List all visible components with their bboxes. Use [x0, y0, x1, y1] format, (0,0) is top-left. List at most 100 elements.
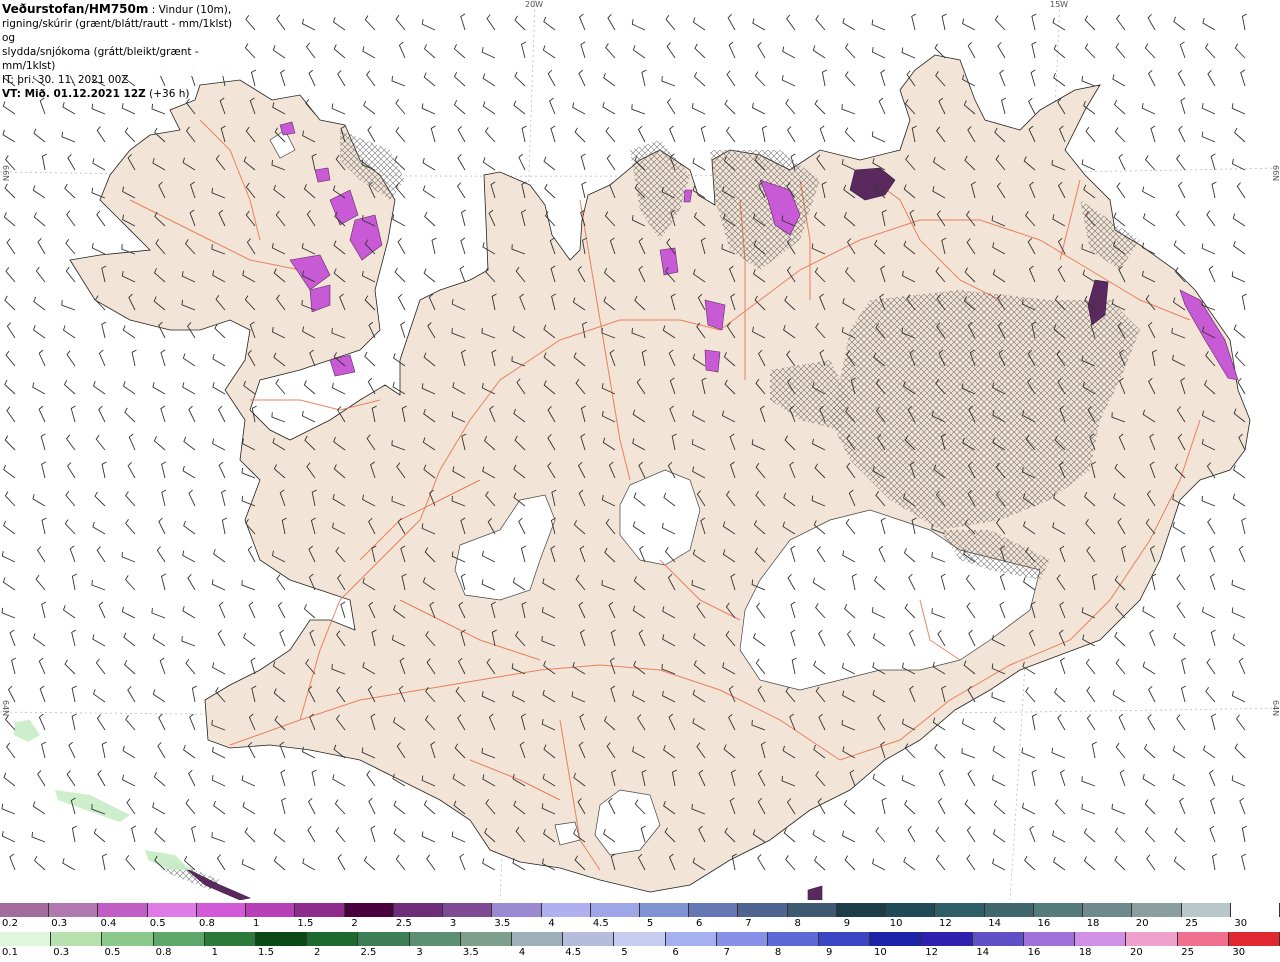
- legend-swatch: [787, 903, 837, 917]
- legend-label: 20: [1135, 918, 1149, 929]
- legend-label: 0.8: [198, 918, 215, 929]
- legend-label: 30: [1234, 918, 1248, 929]
- lat-label-66n-left: 66N: [1, 165, 10, 182]
- legend-swatch: [972, 932, 1024, 946]
- legend-label: 1.5: [297, 918, 314, 929]
- legend-swatch: [256, 932, 308, 946]
- legend-label: 10: [889, 918, 903, 929]
- legend-swatch: [984, 903, 1034, 917]
- legend-label: 30: [1232, 947, 1246, 958]
- legend-swatch: [1075, 932, 1127, 946]
- legend-label: 0.2: [2, 918, 18, 929]
- legend-swatch: [246, 903, 296, 917]
- legend-label: 14: [976, 947, 990, 958]
- legend-swatch: [1230, 903, 1280, 917]
- lon-label-15w: 15W: [1050, 0, 1069, 9]
- map-header: Veðurstofan/HM750m : Vindur (10m), rigni…: [0, 0, 240, 100]
- header-valid-offset: (+36 h): [149, 88, 190, 100]
- legend-label: 4.5: [592, 918, 609, 929]
- legend-label: 4: [518, 947, 526, 958]
- legend-swatch: [0, 932, 52, 946]
- legend-label: 7: [723, 947, 730, 958]
- lat-label-64n-right: 64N: [1271, 700, 1280, 717]
- legend-label: 0.4: [100, 918, 117, 929]
- legend-swatch: [935, 903, 985, 917]
- legend-swatch: [358, 932, 410, 946]
- legend-label: 0.8: [155, 947, 172, 958]
- legend-label: 0.1: [2, 947, 18, 958]
- legend-swatch: [886, 903, 936, 917]
- legend-swatch: [409, 932, 461, 946]
- legend-label: 25: [1181, 947, 1194, 958]
- legend-label: 6: [672, 947, 679, 958]
- legend-label: 1: [252, 918, 260, 929]
- legend-label: 10: [874, 947, 887, 958]
- legend-swatch: [295, 903, 345, 917]
- legend-swatch: [0, 903, 50, 917]
- legend-label: 0.3: [53, 947, 70, 958]
- weather-map: [0, 0, 1280, 900]
- header-valid-time: VT: Mið. 01.12.2021 12Z: [2, 88, 146, 100]
- legend-swatch: [689, 903, 739, 917]
- header-desc1: : Vindur (10m),: [148, 4, 232, 16]
- legend-swatch: [768, 932, 820, 946]
- legend-label: 0.3: [51, 918, 68, 929]
- legend-swatch: [921, 932, 973, 946]
- legend-label: 9: [826, 947, 833, 958]
- legend-label: 20: [1130, 947, 1143, 958]
- legend-swatch: [512, 932, 564, 946]
- lat-label-64n-left: 64N: [1, 700, 10, 717]
- legend-swatch: [738, 903, 788, 917]
- legend-label: 18: [1086, 918, 1100, 929]
- legend-swatch: [819, 932, 871, 946]
- header-issue-time: IT: þri. 30. 11. 2021 00Z: [2, 74, 129, 86]
- legend-label: 0.5: [104, 947, 121, 958]
- legend-swatch: [716, 932, 768, 946]
- legend-label: 16: [1027, 947, 1041, 958]
- legend-label: 0.5: [149, 918, 166, 929]
- legend-swatch: [153, 932, 205, 946]
- legend-swatch: [1126, 932, 1178, 946]
- legend-swatch: [836, 903, 887, 917]
- legend-label: 25: [1185, 918, 1198, 929]
- header-desc2: rigning/skúrir (grænt/blátt/rautt - mm/1…: [2, 18, 233, 44]
- legend-swatch: [870, 932, 922, 946]
- legend-label: 2: [314, 947, 321, 958]
- header-desc3: slydda/snjókoma (grátt/bleikt/grænt - mm…: [2, 46, 199, 72]
- legend-label: 1.5: [258, 947, 274, 958]
- legend-label: 18: [1078, 947, 1092, 958]
- legend-swatch: [204, 932, 256, 946]
- header-title: Veðurstofan/HM750m: [2, 2, 149, 16]
- legend-label: 5: [621, 947, 628, 958]
- legend-swatch: [1177, 932, 1229, 946]
- legend-swatch: [1024, 932, 1076, 946]
- legend-swatch: [49, 903, 99, 917]
- legend-swatch: [98, 903, 148, 917]
- lat-label-66n-right: 66N: [1271, 165, 1280, 182]
- legend-swatch: [563, 932, 615, 946]
- legend-swatch: [102, 932, 154, 946]
- legend-label: 5: [646, 918, 654, 929]
- legend-swatch: [196, 903, 247, 917]
- legend-swatch: [460, 932, 512, 946]
- legend-swatch: [1181, 903, 1231, 917]
- legend-label: 6: [696, 918, 703, 929]
- legend-label: 16: [1037, 918, 1051, 929]
- legend-label: 4.5: [565, 947, 582, 958]
- legend-label: 8: [774, 947, 782, 958]
- legend-swatch: [1083, 903, 1133, 917]
- legend-label: 3.5: [462, 947, 479, 958]
- legend-swatch: [307, 932, 359, 946]
- lon-label-20w: 20W: [525, 0, 544, 9]
- legend-label: 12: [925, 947, 938, 958]
- legend-label: 2: [351, 918, 358, 929]
- legend-swatch: [541, 903, 591, 917]
- legend-swatch: [51, 932, 103, 946]
- legend-label: 1: [211, 947, 218, 958]
- legend-label: 3: [416, 947, 423, 958]
- legend-swatch: [344, 903, 394, 917]
- legend-swatch: [147, 903, 197, 917]
- legend-label: 7: [745, 918, 752, 929]
- legend-label: 3.5: [494, 918, 511, 929]
- legend-label: 8: [794, 918, 801, 929]
